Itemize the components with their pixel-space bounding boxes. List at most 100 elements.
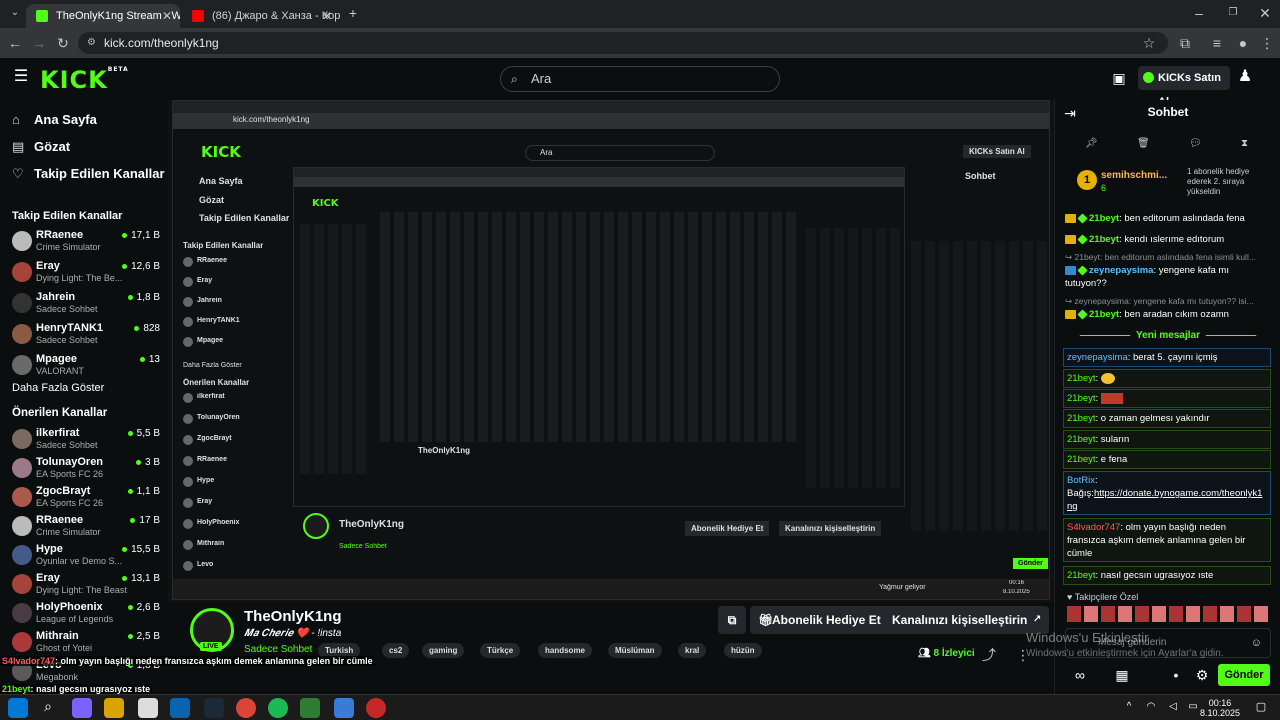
reload-icon[interactable]: ↻ bbox=[54, 34, 72, 52]
stream-tag[interactable]: hüzün bbox=[724, 643, 762, 658]
hamburger-menu-icon[interactable]: ☰ bbox=[12, 68, 30, 86]
stream-tag[interactable]: Türkçe bbox=[480, 643, 521, 658]
volume-icon[interactable]: ◁ bbox=[1164, 698, 1182, 716]
stream-tag[interactable]: gaming bbox=[422, 643, 465, 658]
extensions-icon[interactable]: ⧉ bbox=[1176, 34, 1194, 52]
bookmark-star-icon[interactable]: ☆ bbox=[1140, 34, 1158, 52]
profile-icon[interactable]: ● bbox=[1234, 34, 1252, 52]
steam-icon[interactable] bbox=[204, 698, 224, 718]
emoji-icon[interactable]: ☺ bbox=[1251, 629, 1262, 657]
sidebar-channel[interactable]: TolunayOren EA Sports FC 26 3 B bbox=[12, 455, 162, 483]
restore-icon[interactable]: ❐ bbox=[1224, 4, 1242, 22]
clip-button[interactable]: ⧉ bbox=[718, 606, 746, 634]
back-icon[interactable]: ← bbox=[6, 34, 24, 52]
new-tab-icon[interactable]: + bbox=[344, 4, 362, 22]
media-icon[interactable]: ≡ bbox=[1208, 34, 1226, 52]
chat-username[interactable]: S4lvador747 bbox=[1067, 522, 1120, 533]
file-explorer-icon[interactable] bbox=[104, 698, 124, 718]
chat-username[interactable]: zeynepaysima bbox=[1067, 352, 1128, 363]
chat-bubble-icon[interactable]: 💬︎ bbox=[1189, 138, 1202, 149]
tab-search-icon[interactable]: ⌄ bbox=[6, 4, 24, 22]
tab-close-icon[interactable]: ✕ bbox=[322, 4, 332, 28]
customize-channel-button[interactable]: Kanalınızı kişiselleştirin ↗ bbox=[882, 606, 1050, 634]
emote-strip[interactable] bbox=[1067, 606, 1271, 622]
chat-username[interactable]: 21beyt bbox=[1067, 413, 1096, 424]
tab-active[interactable]: TheOnlyK1ng Stream - Watch L ✕ bbox=[26, 4, 180, 28]
sidebar-channel[interactable]: HolyPhoenix League of Legends 2,6 B bbox=[12, 600, 162, 628]
tab-youtube[interactable]: (86) Джаро & Ханза - Королев ✕ bbox=[182, 4, 340, 28]
notifications-icon[interactable]: ▢ bbox=[1252, 698, 1270, 716]
sidebar-channel[interactable]: Jahrein Sadece Sohbet 1,8 B bbox=[12, 290, 162, 318]
sidebar-channel[interactable]: HenryTANK1 Sadece Sohbet 828 bbox=[12, 321, 162, 349]
calendar-icon[interactable] bbox=[138, 698, 158, 718]
show-more-link[interactable]: Daha Fazla Göster bbox=[12, 382, 104, 394]
taskbar-clock[interactable]: 00:16 8.10.2025 bbox=[1200, 698, 1240, 718]
sidebar-channel[interactable]: RRaenee Crime Simulator 17,1 B bbox=[12, 228, 162, 256]
tray-chevron-icon[interactable]: ^ bbox=[1120, 698, 1138, 716]
gift-subscription-button[interactable]: 🎁︎ Abonelik Hediye Et bbox=[750, 606, 891, 634]
sidebar-channel[interactable]: Mithrain Ghost of Yotei 2,5 B bbox=[12, 629, 162, 657]
sidebar-channel[interactable]: ZgocBrayt EA Sports FC 26 1,1 B bbox=[12, 484, 162, 512]
donate-link[interactable]: https://donate.bynogame.com/theonlyk1ng bbox=[1067, 488, 1262, 512]
window-close-icon[interactable]: ✕ bbox=[1256, 4, 1274, 22]
sidebar-channel[interactable]: Mpagee VALORANT 13 bbox=[12, 352, 162, 380]
address-bar[interactable]: ⚙ kick.com/theonlyk1ng bbox=[78, 32, 1168, 54]
kick-logo[interactable]: KICKBETA bbox=[40, 66, 129, 94]
send-button[interactable]: Gönder bbox=[1218, 664, 1270, 686]
sidebar-channel[interactable]: ilkerfirat Sadece Sohbet 5,5 B bbox=[12, 426, 162, 454]
stream-tag[interactable]: Müslüman bbox=[608, 643, 662, 658]
sidebar-channel[interactable]: Eray Dying Light: The Be... 12,6 B bbox=[12, 259, 162, 287]
wifi-icon[interactable]: ◠ bbox=[1142, 698, 1160, 716]
outlook-icon[interactable] bbox=[170, 698, 190, 718]
chat-settings-bubble-icon[interactable]: • bbox=[1167, 666, 1185, 684]
sidebar-channel[interactable]: Hype Oyunlar ve Demo S... 15,5 B bbox=[12, 542, 162, 570]
settings-gear-icon[interactable]: ⚙ bbox=[1193, 666, 1211, 684]
chat-username[interactable]: 21beyt bbox=[1067, 434, 1096, 445]
chat-username[interactable]: 21beyt bbox=[1067, 393, 1096, 404]
sidebar-channel[interactable]: Eray Dying Light: The Beast 13,1 B bbox=[12, 571, 162, 599]
taskbar-search-icon[interactable]: ⌕ bbox=[38, 698, 58, 718]
stream-tag[interactable]: cs2 bbox=[382, 643, 410, 658]
copilot-icon[interactable] bbox=[72, 698, 92, 718]
kicks-icon[interactable]: ∞ bbox=[1071, 666, 1089, 684]
chrome-icon[interactable] bbox=[236, 698, 256, 718]
gift-shop-icon[interactable]: ▦ bbox=[1113, 666, 1131, 684]
share-icon[interactable]: ⤴ bbox=[980, 646, 998, 664]
spotify-icon[interactable] bbox=[268, 698, 288, 718]
video-player[interactable]: kick.com/theonlyk1ng KICK Ara KICKs Satı… bbox=[168, 100, 1054, 602]
streamer-name[interactable]: TheOnlyK1ng bbox=[244, 608, 342, 625]
theater-mode-icon[interactable]: ▣ bbox=[1110, 69, 1128, 87]
site-info-icon[interactable]: ⚙ bbox=[87, 32, 96, 54]
nav-home[interactable]: ⌂ Ana Sayfa bbox=[12, 112, 97, 127]
chat-username[interactable]: BotRix bbox=[1067, 475, 1095, 486]
pinned-gifter: 1 semihschmi... 6 1 abonelik hediye eder… bbox=[1065, 166, 1271, 198]
buy-kicks-button[interactable]: KICKs Satın Al bbox=[1138, 66, 1230, 108]
search-input[interactable]: ⌕ Ara bbox=[500, 66, 780, 92]
chat-username[interactable]: 21beyt bbox=[1089, 213, 1119, 224]
minimize-icon[interactable]: – bbox=[1190, 4, 1208, 22]
chat-username[interactable]: 21beyt bbox=[1067, 454, 1096, 465]
game-icon[interactable] bbox=[366, 698, 386, 718]
chat-username[interactable]: 21beyt bbox=[1067, 373, 1096, 384]
nav-browse[interactable]: ▤ Gözat bbox=[12, 139, 70, 154]
stream-tag[interactable]: handsome bbox=[538, 643, 593, 658]
app-icon[interactable] bbox=[334, 698, 354, 718]
chat-username[interactable]: 21beyt bbox=[1089, 234, 1119, 245]
pin-icon[interactable]: 📌︎ bbox=[1085, 138, 1098, 149]
notepad-icon[interactable] bbox=[300, 698, 320, 718]
tab-close-icon[interactable]: ✕ bbox=[162, 4, 172, 28]
chat-username[interactable]: zeynepaysima bbox=[1089, 265, 1153, 276]
hourglass-icon[interactable]: ⧗ bbox=[1241, 138, 1248, 149]
sidebar-channel[interactable]: RRaenee Crime Simulator 17 B bbox=[12, 513, 162, 541]
chat-text: : ben aradan cıkım ozamn bbox=[1119, 309, 1229, 320]
stream-tag[interactable]: kral bbox=[678, 643, 707, 658]
stream-category[interactable]: Sadece Sohbet bbox=[244, 644, 312, 655]
user-avatar-icon[interactable]: ♟ bbox=[1236, 68, 1254, 86]
chat-username[interactable]: 21beyt bbox=[1089, 309, 1119, 320]
trash-icon[interactable]: 🗑︎ bbox=[1137, 138, 1150, 149]
nav-following[interactable]: ♡ Takip Edilen Kanallar bbox=[12, 166, 165, 181]
menu-kebab-icon[interactable]: ⋮ bbox=[1258, 34, 1276, 52]
chat-username[interactable]: 21beyt bbox=[1067, 570, 1096, 581]
forward-icon[interactable]: → bbox=[30, 34, 48, 52]
start-icon[interactable] bbox=[8, 698, 28, 718]
